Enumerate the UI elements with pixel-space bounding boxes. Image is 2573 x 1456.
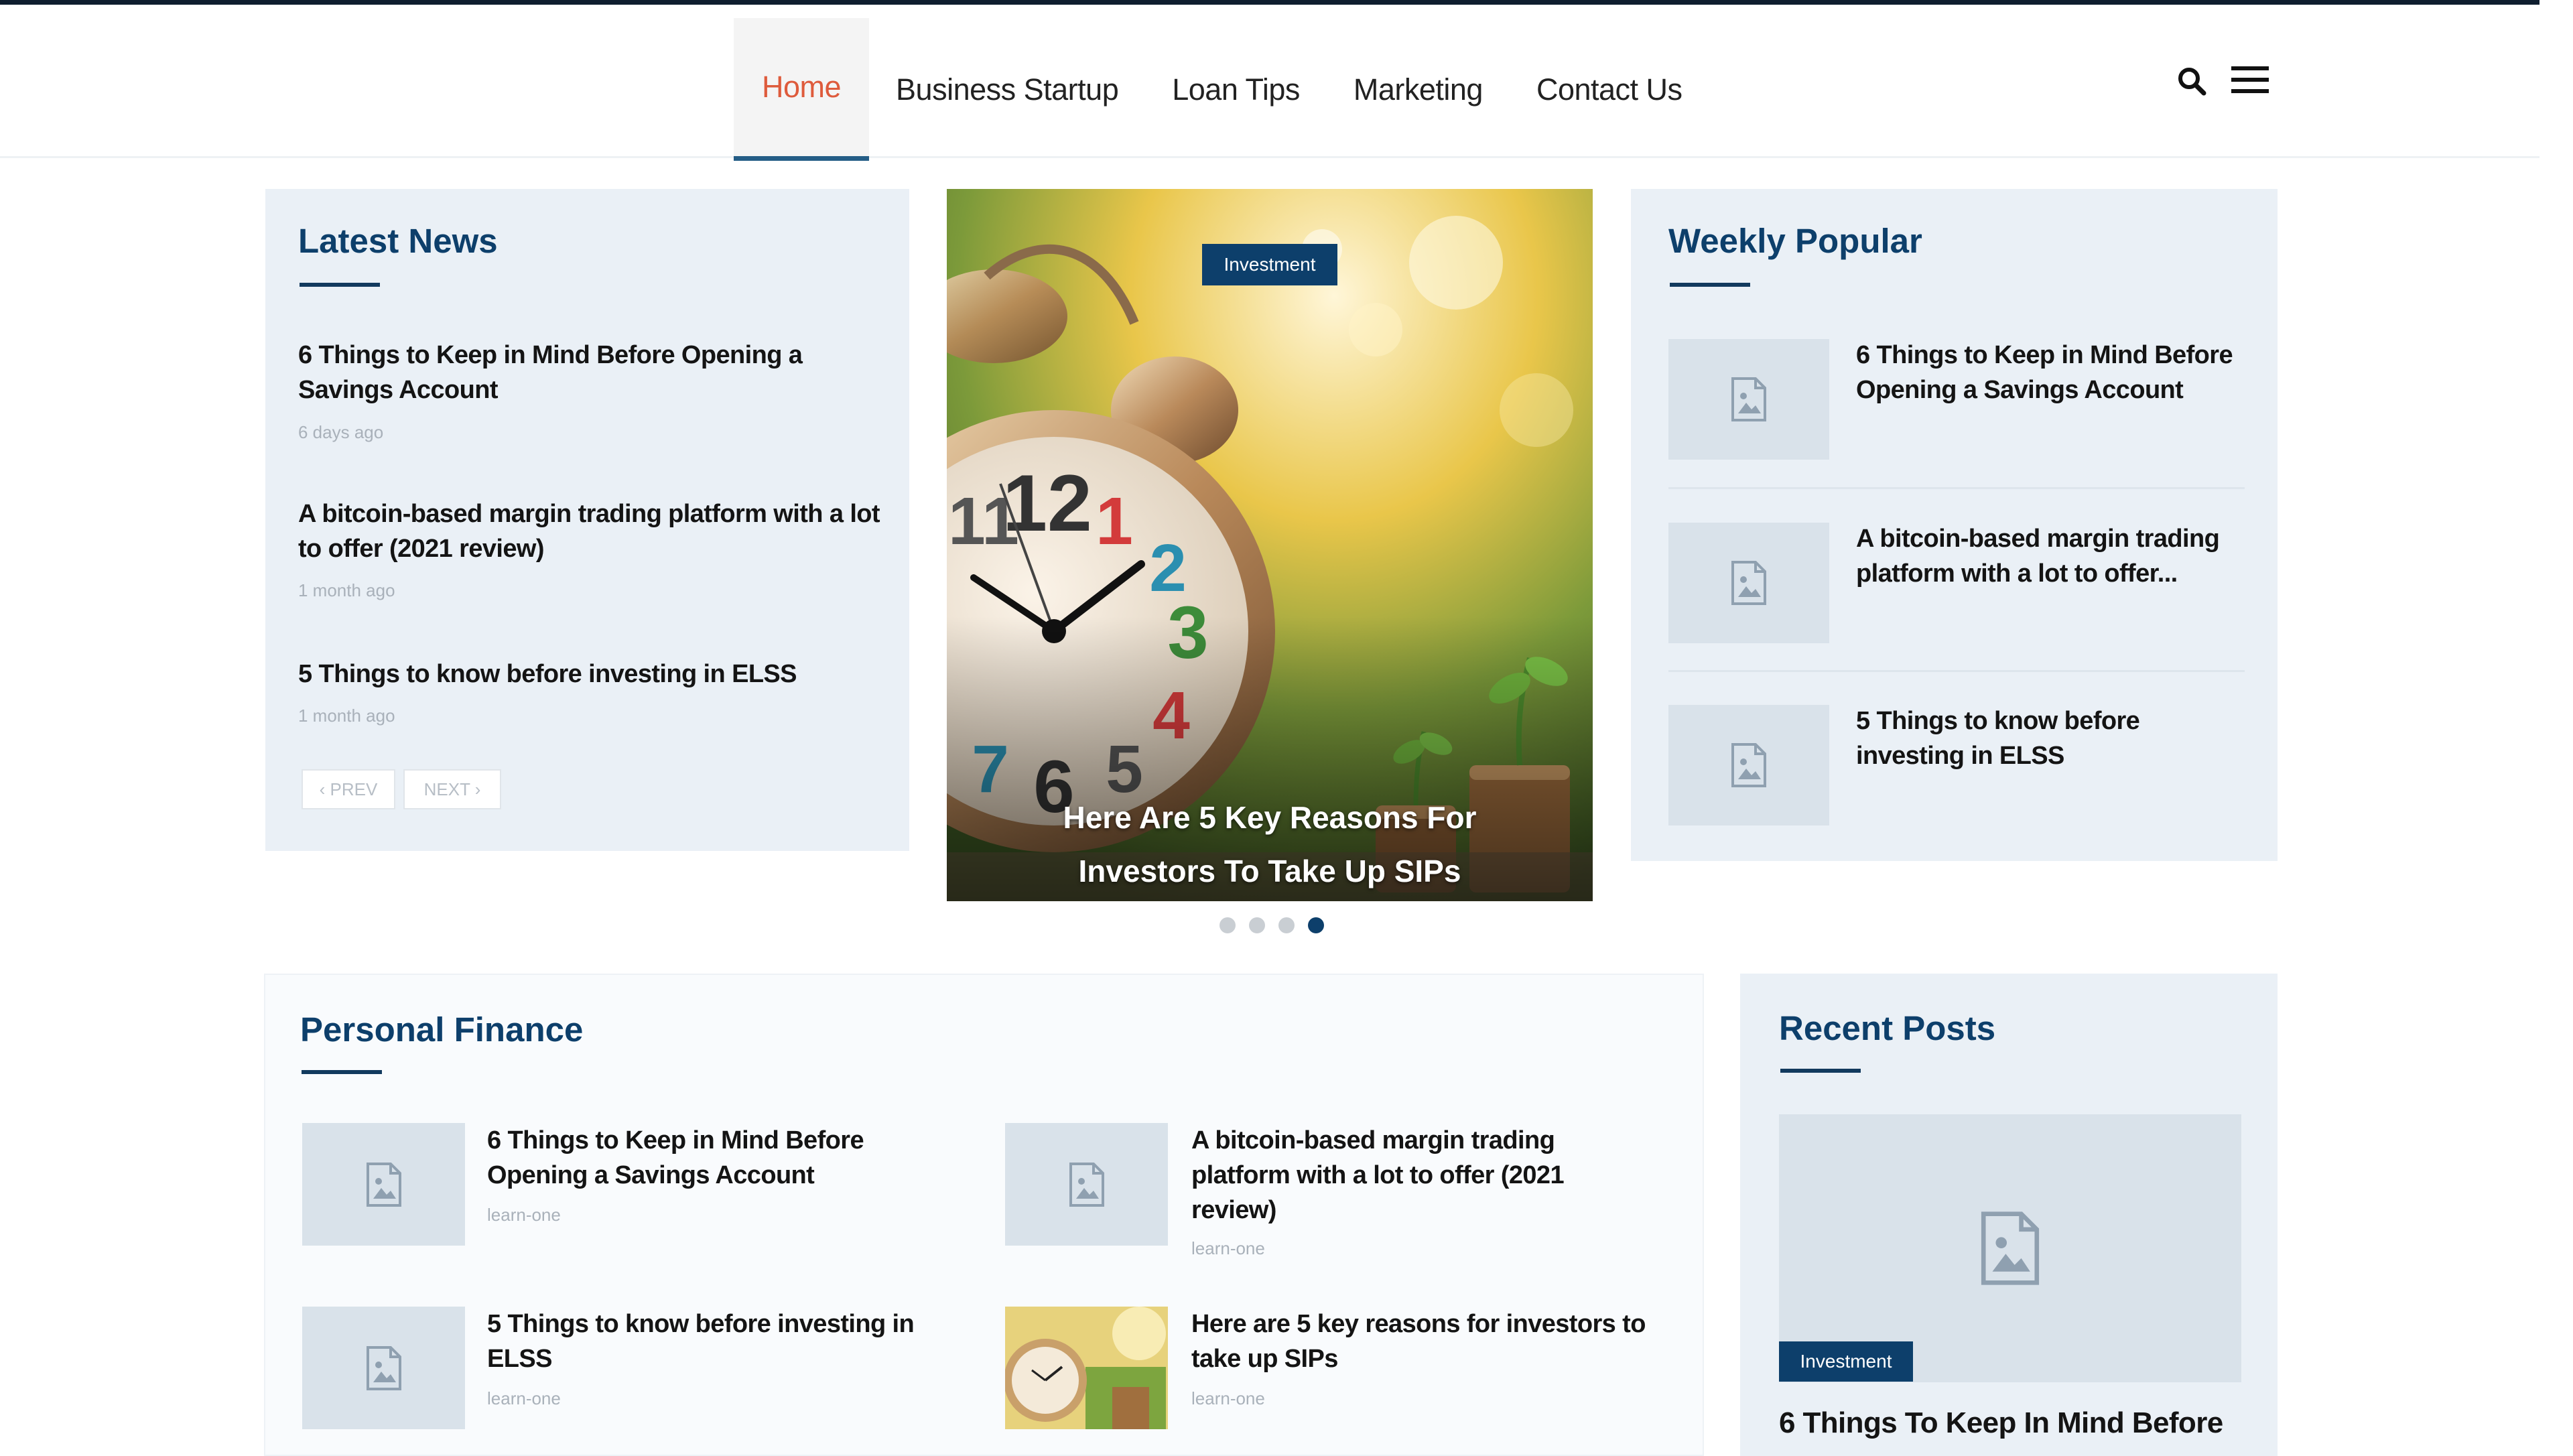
prev-button[interactable]: ‹ PREV (302, 769, 395, 809)
main-nav: Home Business Startup Loan Tips Marketin… (734, 18, 1709, 161)
latest-news-item-meta: 1 month ago (298, 706, 395, 726)
nav-item-loan-tips[interactable]: Loan Tips (1145, 18, 1327, 161)
personal-finance-item-meta: learn-one (487, 1388, 561, 1408)
section-underline (302, 1070, 382, 1074)
weekly-popular-item-title[interactable]: A bitcoin-based margin trading platform … (1856, 521, 2258, 591)
post-thumbnail-image[interactable] (1005, 1307, 1168, 1429)
latest-news-item-meta: 6 days ago (298, 422, 384, 442)
post-thumbnail[interactable] (1668, 523, 1829, 643)
clock-thumbnail-image (1005, 1307, 1168, 1429)
title-line: 5 Things to know before (1856, 707, 2140, 735)
image-placeholder-icon (1731, 743, 1766, 787)
weekly-popular-item-title[interactable]: 5 Things to know before investing in ELS… (1856, 704, 2258, 773)
slider-dot[interactable] (1219, 917, 1236, 933)
latest-news-item-meta: 1 month ago (298, 580, 395, 600)
section-underline (1670, 283, 1750, 287)
search-icon[interactable] (2176, 65, 2208, 101)
nav-item-marketing[interactable]: Marketing (1327, 18, 1510, 161)
nav-item-home[interactable]: Home (734, 18, 870, 161)
category-badge[interactable]: Investment (1779, 1341, 1913, 1382)
latest-news-item-title[interactable]: 6 Things to Keep in Mind Before Opening … (298, 338, 861, 407)
weekly-popular-item-title[interactable]: 6 Things to Keep in Mind Before Opening … (1856, 338, 2258, 407)
image-placeholder-icon (366, 1345, 401, 1390)
category-badge[interactable]: Investment (1202, 244, 1337, 285)
slide-caption-line-2[interactable]: Investors To Take Up SIPs (947, 844, 1593, 898)
recent-post-title[interactable]: 6 Things To Keep In Mind Before (1779, 1406, 2261, 1441)
nav-item-business-startup[interactable]: Business Startup (869, 18, 1145, 161)
post-thumbnail[interactable] (1668, 705, 1829, 825)
weekly-popular-title: Weekly Popular (1668, 222, 1922, 260)
personal-finance-item-meta: learn-one (1191, 1388, 1265, 1408)
personal-finance-item-title[interactable]: 6 Things to Keep in Mind Before Opening … (487, 1123, 916, 1193)
image-placeholder-icon (366, 1162, 401, 1207)
latest-news-item-title[interactable]: 5 Things to know before investing in ELS… (298, 657, 881, 691)
personal-finance-title: Personal Finance (300, 1010, 584, 1049)
title-line: A bitcoin-based margin trading (1856, 525, 2220, 553)
title-line: 6 Things to Keep in Mind Before (1856, 341, 2233, 369)
latest-news-title: Latest News (298, 222, 498, 260)
top-accent-bar (0, 0, 2539, 5)
section-underline (1780, 1069, 1861, 1073)
recent-posts-title: Recent Posts (1779, 1009, 1996, 1047)
post-thumbnail[interactable] (302, 1123, 465, 1246)
image-placeholder-icon (1981, 1211, 2040, 1285)
site-header: Home Business Startup Loan Tips Marketin… (0, 5, 2539, 161)
image-placeholder-icon (1731, 561, 1766, 605)
nav-item-contact-us[interactable]: Contact Us (1510, 18, 1709, 161)
post-thumbnail[interactable] (1005, 1123, 1168, 1246)
title-line: platform with a lot to offer... (1856, 559, 2178, 588)
next-button[interactable]: NEXT › (403, 769, 501, 809)
personal-finance-item-title[interactable]: Here are 5 key reasons for investors to … (1191, 1307, 1660, 1376)
latest-news-item-title[interactable]: A bitcoin-based margin trading platform … (298, 497, 881, 566)
personal-finance-item-meta: learn-one (487, 1205, 561, 1225)
divider (1668, 487, 2245, 489)
personal-finance-item-meta: learn-one (1191, 1238, 1265, 1258)
title-line: investing in ELSS (1856, 742, 2064, 770)
slider-dot[interactable] (1278, 917, 1295, 933)
post-thumbnail[interactable] (302, 1307, 465, 1429)
featured-slider[interactable]: 12 1 2 3 4 5 6 7 11 Investment Here Are … (947, 189, 1593, 901)
slider-dot-active[interactable] (1308, 917, 1324, 933)
section-underline (300, 283, 380, 287)
personal-finance-item-title[interactable]: 5 Things to know before investing in ELS… (487, 1307, 929, 1376)
post-thumbnail[interactable] (1668, 339, 1829, 460)
slide-caption-line-1[interactable]: Here Are 5 Key Reasons For (947, 791, 1593, 844)
hamburger-menu-icon[interactable] (2231, 65, 2269, 98)
image-placeholder-icon (1069, 1162, 1104, 1207)
personal-finance-item-title[interactable]: A bitcoin-based margin trading platform … (1191, 1123, 1620, 1228)
title-line: Opening a Savings Account (1856, 376, 2184, 404)
divider (1668, 670, 2245, 672)
slider-dot[interactable] (1249, 917, 1265, 933)
image-placeholder-icon (1731, 377, 1766, 421)
